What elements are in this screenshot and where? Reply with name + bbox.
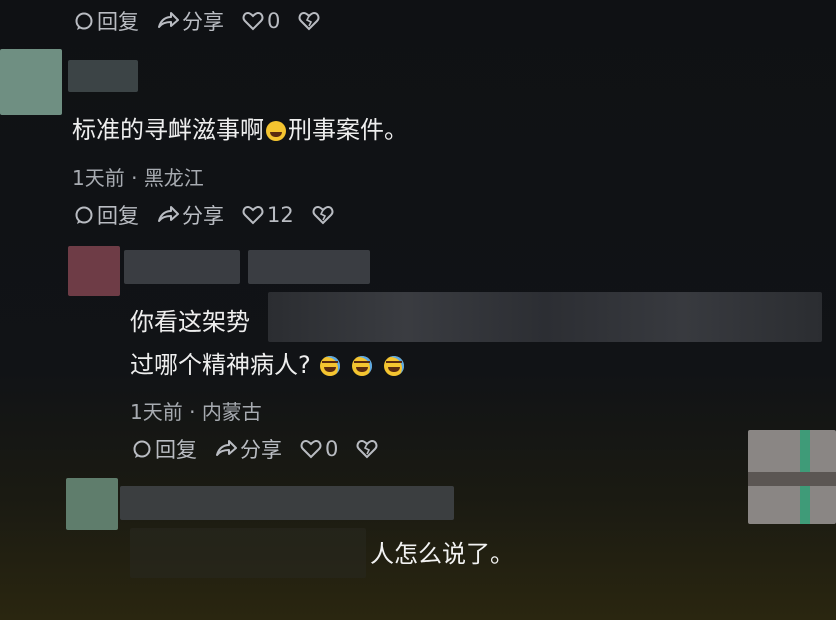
reply-label: 回复 — [97, 204, 139, 228]
comment-location: 黑龙江 — [143, 166, 204, 190]
like-count: 12 — [267, 203, 294, 227]
reply-label: 回复 — [155, 438, 197, 462]
heart-icon — [300, 439, 322, 459]
comment-meta: 1天前 · 黑龙江 — [72, 166, 204, 190]
share-button[interactable]: 分享 — [157, 6, 224, 36]
broken-heart-icon — [312, 205, 334, 225]
comment-action-row: 回复 分享 0 — [132, 434, 399, 464]
share-label: 分享 — [182, 10, 224, 34]
comment-bubble-icon — [133, 440, 151, 458]
share-icon — [158, 12, 179, 28]
username-redacted — [124, 250, 240, 284]
redacted-thumbnail — [748, 430, 836, 524]
share-label: 分享 — [240, 438, 282, 462]
share-icon — [158, 206, 179, 222]
comment-time: 1天前 — [130, 400, 183, 424]
share-label: 分享 — [182, 204, 224, 228]
share-icon — [216, 440, 237, 456]
comment-meta: 1天前 · 内蒙古 — [130, 400, 262, 424]
reply-label: 回复 — [97, 10, 139, 34]
reply-text-line2: 过哪个精神病人? — [130, 345, 406, 385]
dislike-button[interactable] — [356, 439, 381, 459]
comment-text: 人怎么说了。 — [370, 540, 514, 568]
comment-bubble-icon — [75, 206, 93, 224]
broken-heart-icon — [356, 439, 378, 459]
laughing-crying-emoji-icon — [320, 356, 341, 376]
redacted-text — [268, 292, 822, 342]
reply-button[interactable]: 回复 — [74, 6, 139, 36]
like-count: 0 — [325, 437, 339, 461]
reply-text-line1: 你看这架势 — [130, 308, 250, 336]
heart-icon — [242, 205, 264, 225]
reply-button[interactable]: 回复 — [74, 200, 139, 230]
laughing-crying-emoji-icon — [352, 356, 373, 376]
reply-button[interactable]: 回复 — [132, 434, 197, 464]
like-button[interactable]: 12 — [242, 203, 294, 227]
username-redacted — [248, 250, 370, 284]
comment-bubble-icon — [75, 12, 93, 30]
share-button[interactable]: 分享 — [215, 434, 282, 464]
username-redacted — [120, 486, 454, 520]
avatar[interactable] — [0, 49, 62, 115]
top-action-row: 回复 分享 0 — [74, 6, 341, 36]
username-redacted — [68, 60, 138, 92]
avatar[interactable] — [68, 246, 120, 296]
avatar[interactable] — [66, 478, 118, 530]
emoji-icon — [266, 121, 286, 141]
dislike-button[interactable] — [312, 205, 337, 225]
comment-location: 内蒙古 — [201, 400, 262, 424]
dislike-button[interactable] — [298, 11, 323, 31]
comment-time: 1天前 — [72, 166, 125, 190]
like-count: 0 — [267, 9, 281, 33]
broken-heart-icon — [298, 11, 320, 31]
share-button[interactable]: 分享 — [157, 200, 224, 230]
heart-icon — [242, 11, 264, 31]
comment-text: 标准的寻衅滋事啊 刑事案件。 — [72, 116, 408, 144]
redacted-text — [130, 528, 366, 578]
comment-action-row: 回复 分享 12 — [74, 200, 355, 230]
like-button[interactable]: 0 — [300, 437, 338, 461]
like-button[interactable]: 0 — [242, 9, 280, 33]
laughing-crying-emoji-icon — [383, 356, 404, 376]
